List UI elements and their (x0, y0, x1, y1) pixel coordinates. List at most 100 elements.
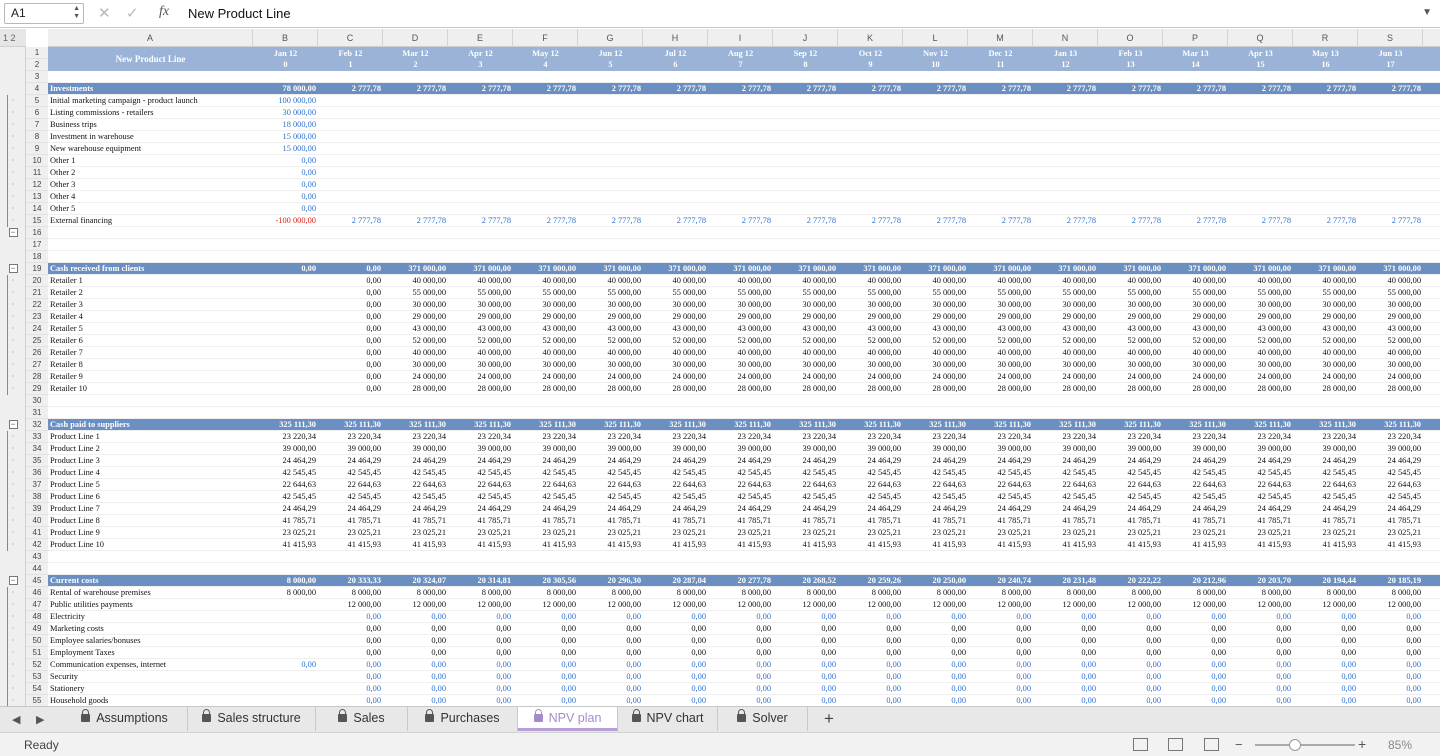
cell-value[interactable] (838, 251, 903, 263)
cell-value[interactable] (448, 143, 513, 155)
cell-value[interactable] (318, 407, 383, 419)
row-header[interactable]: 32 (26, 419, 48, 431)
cell-value[interactable]: 30 000,00 (903, 299, 968, 311)
cell-value[interactable]: 39 000,00 (383, 443, 448, 455)
cell-value[interactable]: 2 777,78 (318, 215, 383, 227)
cell-value[interactable]: 0,00 (903, 683, 968, 695)
cell-value[interactable]: 371 000,00 (1033, 263, 1098, 275)
cell-value[interactable]: 0,00 (1228, 623, 1293, 635)
cell-grid[interactable]: New Product Line Jan 12 0 Feb 12 1 Mar 12 2 Ap… (48, 47, 1440, 706)
cell-value[interactable] (1358, 203, 1423, 215)
cell-value[interactable] (448, 131, 513, 143)
cell-value[interactable] (253, 395, 318, 407)
cell-value[interactable]: 0,00 (318, 635, 383, 647)
cell-value[interactable] (318, 251, 383, 263)
cell-value[interactable]: 0,00 (643, 635, 708, 647)
cell-value[interactable]: 2 777,78 (1098, 215, 1163, 227)
cell-value[interactable]: 42 545,45 (1358, 491, 1423, 503)
cell-value[interactable]: 55 000,00 (1228, 287, 1293, 299)
cell-value[interactable]: 23 220,34 (1228, 431, 1293, 443)
cell-value[interactable]: 43 000,00 (708, 323, 773, 335)
outline-level-2[interactable]: 2 (11, 33, 16, 43)
cell-value[interactable] (903, 155, 968, 167)
cell-value[interactable] (838, 95, 903, 107)
cell-value[interactable]: 18 000,00 (253, 119, 318, 131)
cell-value[interactable]: 0,00 (318, 299, 383, 311)
cell-value[interactable]: 0,00 (643, 611, 708, 623)
cell-value[interactable]: 22 644,63 (1228, 479, 1293, 491)
cell-value[interactable]: 29 000,00 (838, 311, 903, 323)
cell-value[interactable]: 24 000,00 (838, 371, 903, 383)
cell-value[interactable]: 24 464,29 (1358, 455, 1423, 467)
cell-value[interactable] (253, 407, 318, 419)
cell-value[interactable]: 0,00 (318, 683, 383, 695)
cell-value[interactable]: 0,00 (383, 647, 448, 659)
cell-value[interactable]: 0,00 (318, 275, 383, 287)
cell-value[interactable] (968, 71, 1033, 83)
cell-value[interactable]: 40 000,00 (1358, 347, 1423, 359)
cell-value[interactable] (1228, 563, 1293, 575)
cell-value[interactable]: 39 000,00 (253, 443, 318, 455)
cell-value[interactable]: 0,00 (1358, 695, 1423, 706)
cell-value[interactable] (1098, 179, 1163, 191)
cell-value[interactable] (578, 95, 643, 107)
row-label[interactable]: Stationery (48, 683, 253, 695)
cell-value[interactable]: 0,00 (1228, 695, 1293, 706)
cell-value[interactable]: 28 000,00 (1293, 383, 1358, 395)
cell-value[interactable]: 52 000,00 (773, 335, 838, 347)
cell-value[interactable] (1098, 239, 1163, 251)
cell-value[interactable]: 0,00 (578, 671, 643, 683)
cell-value[interactable]: 0,00 (448, 611, 513, 623)
cell-value[interactable]: 40 000,00 (1098, 347, 1163, 359)
cell-value[interactable]: 2 777,78 (708, 83, 773, 95)
cell-value[interactable]: 371 000,00 (968, 263, 1033, 275)
cell-value[interactable]: 371 000,00 (838, 263, 903, 275)
zoom-in-button[interactable]: + (1358, 736, 1366, 752)
cell-value[interactable]: 42 545,45 (448, 467, 513, 479)
cell-value[interactable]: 8 000,00 (903, 587, 968, 599)
cell-value[interactable]: 40 000,00 (1228, 347, 1293, 359)
cell-value[interactable]: 23 220,34 (1163, 431, 1228, 443)
row-label[interactable]: Current costs (48, 575, 253, 587)
cell-value[interactable]: 2 777,78 (1228, 215, 1293, 227)
cell-value[interactable] (1293, 95, 1358, 107)
cell-value[interactable]: 0,00 (1098, 659, 1163, 671)
cell-value[interactable] (773, 407, 838, 419)
cell-value[interactable] (253, 671, 318, 683)
cell-value[interactable]: 24 000,00 (1358, 371, 1423, 383)
cell-value[interactable] (448, 119, 513, 131)
row-header[interactable]: 42 (26, 539, 48, 551)
cell-value[interactable]: 325 111,30 (513, 419, 578, 431)
cell-value[interactable]: 55 000,00 (1098, 287, 1163, 299)
cell-value[interactable]: 29 000,00 (578, 311, 643, 323)
cell-value[interactable]: 42 545,45 (253, 467, 318, 479)
column-header-s[interactable]: S (1358, 29, 1423, 47)
cell-value[interactable]: 0,00 (643, 695, 708, 706)
cell-value[interactable] (513, 551, 578, 563)
cell-value[interactable]: 2 777,78 (383, 215, 448, 227)
cell-value[interactable]: 42 545,45 (253, 491, 318, 503)
cell-value[interactable] (1228, 119, 1293, 131)
cell-value[interactable]: 2 777,78 (448, 215, 513, 227)
cell-value[interactable]: 52 000,00 (838, 335, 903, 347)
row-label[interactable]: Communication expenses, internet (48, 659, 253, 671)
cell-value[interactable] (253, 683, 318, 695)
cell-value[interactable]: 40 000,00 (903, 275, 968, 287)
row-label[interactable]: New warehouse equipment (48, 143, 253, 155)
row-header[interactable]: 3 (26, 71, 48, 83)
cell-value[interactable]: 20 212,96 (1163, 575, 1228, 587)
cell-value[interactable]: 0,00 (903, 671, 968, 683)
row-label[interactable]: Product Line 4 (48, 467, 253, 479)
cell-value[interactable] (1098, 203, 1163, 215)
cell-value[interactable]: 42 545,45 (383, 491, 448, 503)
row-label[interactable]: Employment Taxes (48, 647, 253, 659)
cell-value[interactable]: 0,00 (1163, 695, 1228, 706)
cell-value[interactable]: 52 000,00 (1228, 335, 1293, 347)
cell-value[interactable]: 41 415,93 (1358, 539, 1423, 551)
cell-value[interactable]: 20 277,78 (708, 575, 773, 587)
cell-value[interactable]: 24 000,00 (383, 371, 448, 383)
cell-value[interactable]: 41 415,93 (448, 539, 513, 551)
cell-value[interactable]: 2 777,78 (318, 83, 383, 95)
cell-value[interactable]: 2 777,78 (773, 83, 838, 95)
cell-value[interactable]: 23 025,21 (773, 527, 838, 539)
